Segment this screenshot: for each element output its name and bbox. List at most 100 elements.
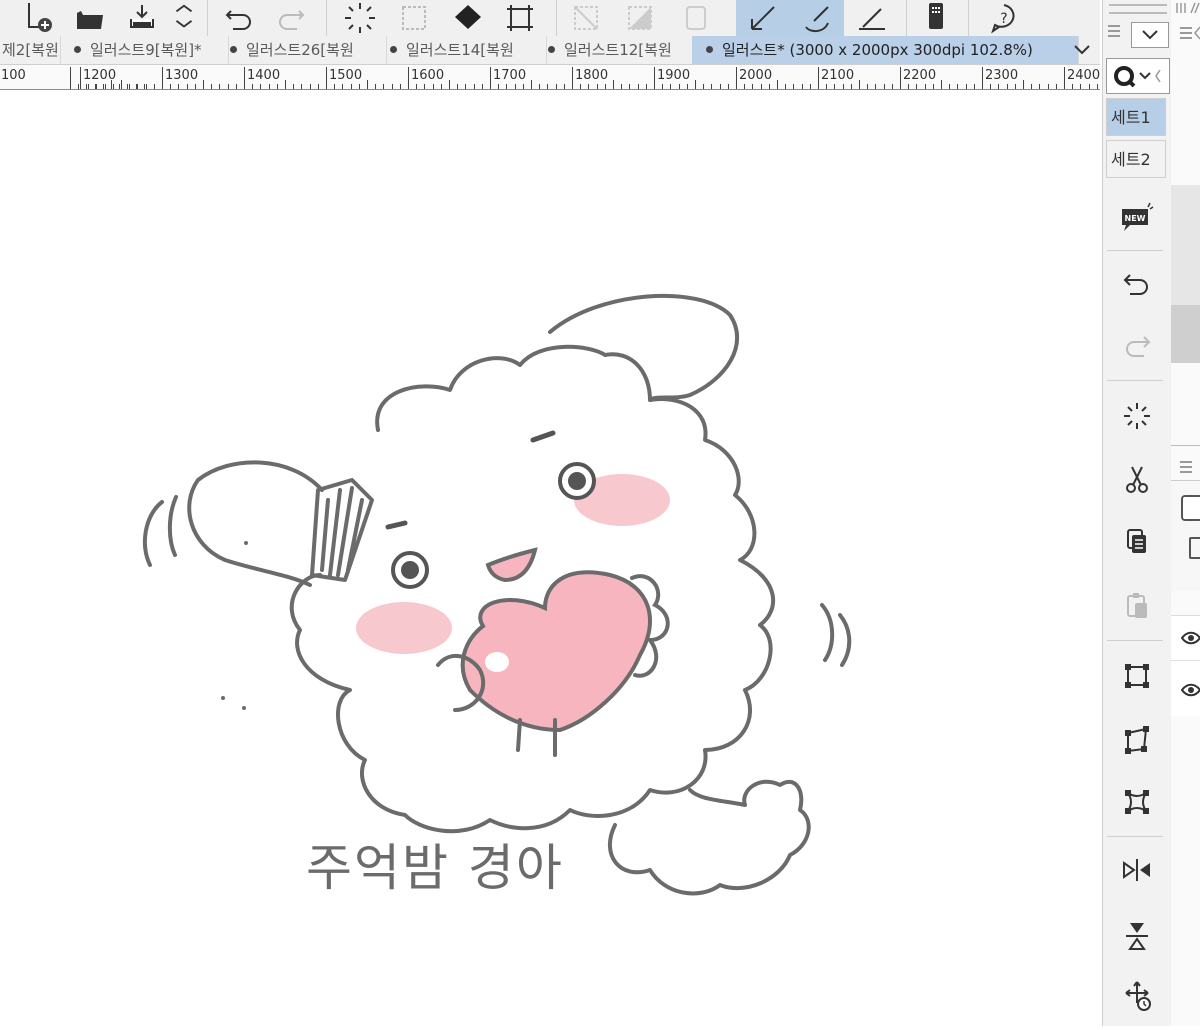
ruler-minor-tick bbox=[96, 84, 98, 89]
copy-icon[interactable] bbox=[1107, 520, 1167, 564]
expand-collapse-icon[interactable] bbox=[168, 0, 200, 36]
ruler-minor-tick bbox=[481, 84, 483, 89]
ruler-minor-tick bbox=[235, 84, 237, 89]
layer-panel-stub bbox=[1171, 480, 1200, 591]
speck bbox=[244, 541, 248, 545]
brush-tool-icon[interactable] bbox=[790, 0, 844, 36]
scrollbar-track[interactable] bbox=[1171, 185, 1200, 305]
layer-thumbnail[interactable] bbox=[1181, 495, 1200, 521]
document-tab[interactable]: 일러스트12[복원 bbox=[532, 36, 707, 64]
search-dropdown[interactable] bbox=[1106, 58, 1170, 94]
panel-grip-icon[interactable] bbox=[1109, 4, 1167, 14]
ruler-minor-tick bbox=[375, 84, 377, 89]
redo-icon[interactable] bbox=[272, 0, 312, 36]
invert-selection-icon[interactable] bbox=[676, 0, 716, 36]
ruler-minor-tick bbox=[850, 84, 852, 89]
ruler-minor-tick bbox=[112, 84, 114, 89]
ruler-major-tick bbox=[70, 67, 71, 89]
clear-selection-icon[interactable] bbox=[340, 0, 380, 36]
free-transform-icon[interactable] bbox=[1107, 718, 1167, 762]
flip-vertical-icon[interactable] bbox=[1107, 914, 1167, 958]
ruler-minor-tick bbox=[88, 84, 90, 89]
fill-icon[interactable] bbox=[448, 0, 488, 36]
ruler-minor-tick bbox=[793, 84, 795, 89]
document-tab[interactable]: 일러스트26[복원 bbox=[216, 36, 387, 64]
panel-dropdown[interactable] bbox=[1131, 22, 1169, 48]
undo-icon[interactable] bbox=[1107, 262, 1167, 306]
help-icon[interactable]: ? bbox=[984, 0, 1024, 36]
document-tab-active[interactable]: 일러스트* (3000 x 2000px 300dpi 102.8%) bbox=[692, 36, 1079, 64]
menu-icon[interactable] bbox=[1107, 22, 1121, 40]
menu-icon[interactable] bbox=[1179, 458, 1193, 476]
ruler-minor-tick bbox=[211, 84, 213, 89]
new-icon[interactable]: NEW bbox=[1107, 196, 1167, 240]
tab-label: 일러스트26[복원 bbox=[246, 41, 354, 59]
set-tab-2[interactable]: 세트2 bbox=[1106, 140, 1166, 178]
scrollbar-thumb[interactable] bbox=[1171, 305, 1200, 363]
eye-icon[interactable] bbox=[1180, 630, 1200, 649]
pen-tool-icon[interactable] bbox=[736, 0, 790, 36]
heart bbox=[460, 570, 652, 733]
document-tab[interactable]: 일러스트9[복원]* bbox=[60, 36, 229, 64]
ruler-pen-icon[interactable] bbox=[852, 0, 892, 36]
document-tab[interactable]: 제2[복원 bbox=[0, 36, 61, 64]
ruler-minor-tick bbox=[1072, 84, 1074, 89]
scale-icon[interactable] bbox=[1107, 654, 1167, 698]
hide-selection-icon[interactable] bbox=[566, 0, 606, 36]
ruler-minor-tick bbox=[719, 84, 721, 89]
ruler-minor-tick bbox=[965, 84, 967, 89]
tab-list-chevron-icon[interactable] bbox=[1064, 36, 1100, 64]
ruler-major-tick bbox=[982, 67, 983, 89]
ruler-minor-tick bbox=[194, 84, 196, 89]
redo-icon[interactable] bbox=[1107, 324, 1167, 368]
new-file-icon[interactable] bbox=[18, 0, 58, 36]
ruler-label: 2100 bbox=[821, 68, 855, 83]
ruler-major-tick bbox=[818, 67, 819, 89]
ruler-minor-tick bbox=[252, 84, 254, 89]
chevron-left-icon[interactable] bbox=[1193, 24, 1200, 42]
save-icon[interactable] bbox=[122, 0, 162, 36]
ruler-minor-tick bbox=[662, 84, 664, 89]
ruler-minor-tick bbox=[613, 80, 614, 89]
ruler-minor-tick bbox=[1006, 84, 1008, 89]
ruler-minor-tick bbox=[957, 84, 959, 89]
cut-icon[interactable] bbox=[1107, 458, 1167, 502]
document-tab[interactable]: 일러스트14[복원 bbox=[374, 36, 547, 64]
menu-icon[interactable] bbox=[1179, 24, 1193, 42]
smartphone-icon[interactable] bbox=[916, 0, 956, 36]
ruler-minor-tick bbox=[342, 84, 344, 89]
set-tab-1[interactable]: 세트1 bbox=[1106, 98, 1166, 136]
ruler-minor-tick bbox=[859, 80, 860, 89]
drawing-canvas[interactable]: 주억밤 경아 bbox=[0, 90, 1102, 1026]
ruler-minor-tick bbox=[367, 80, 368, 89]
ruler-minor-tick bbox=[670, 84, 672, 89]
flip-horizontal-icon[interactable] bbox=[1107, 848, 1167, 892]
ruler-minor-tick bbox=[268, 84, 270, 89]
undo-icon[interactable] bbox=[218, 0, 258, 36]
paste-icon[interactable] bbox=[1107, 584, 1167, 628]
ruler-minor-tick bbox=[1031, 84, 1033, 89]
select-all-icon[interactable] bbox=[620, 0, 660, 36]
ruler-minor-tick bbox=[744, 84, 746, 89]
ruler-minor-tick bbox=[826, 84, 828, 89]
open-folder-icon[interactable] bbox=[70, 0, 110, 36]
selection-marquee-icon[interactable] bbox=[394, 0, 434, 36]
eye-icon[interactable] bbox=[1180, 682, 1200, 701]
mesh-transform-icon[interactable] bbox=[1107, 780, 1167, 824]
clipping-icon[interactable] bbox=[1189, 537, 1200, 559]
ruler-major-tick bbox=[408, 67, 409, 89]
panel-grip-icon[interactable] bbox=[1171, 0, 1200, 14]
toolbar-separator bbox=[207, 0, 208, 36]
ruler-minor-tick bbox=[777, 80, 778, 89]
ruler-minor-tick bbox=[301, 84, 303, 89]
transform-icon[interactable] bbox=[500, 0, 540, 36]
ruler-major-tick bbox=[572, 67, 573, 89]
ruler-minor-tick bbox=[916, 84, 918, 89]
ruler-minor-tick bbox=[137, 84, 139, 89]
clear-icon[interactable] bbox=[1107, 394, 1167, 438]
fluffy-body-outline bbox=[289, 344, 776, 834]
ruler-minor-tick bbox=[941, 80, 942, 89]
ruler-minor-tick bbox=[506, 84, 508, 89]
ruler-minor-tick bbox=[547, 84, 549, 89]
move-icon[interactable] bbox=[1107, 974, 1167, 1018]
